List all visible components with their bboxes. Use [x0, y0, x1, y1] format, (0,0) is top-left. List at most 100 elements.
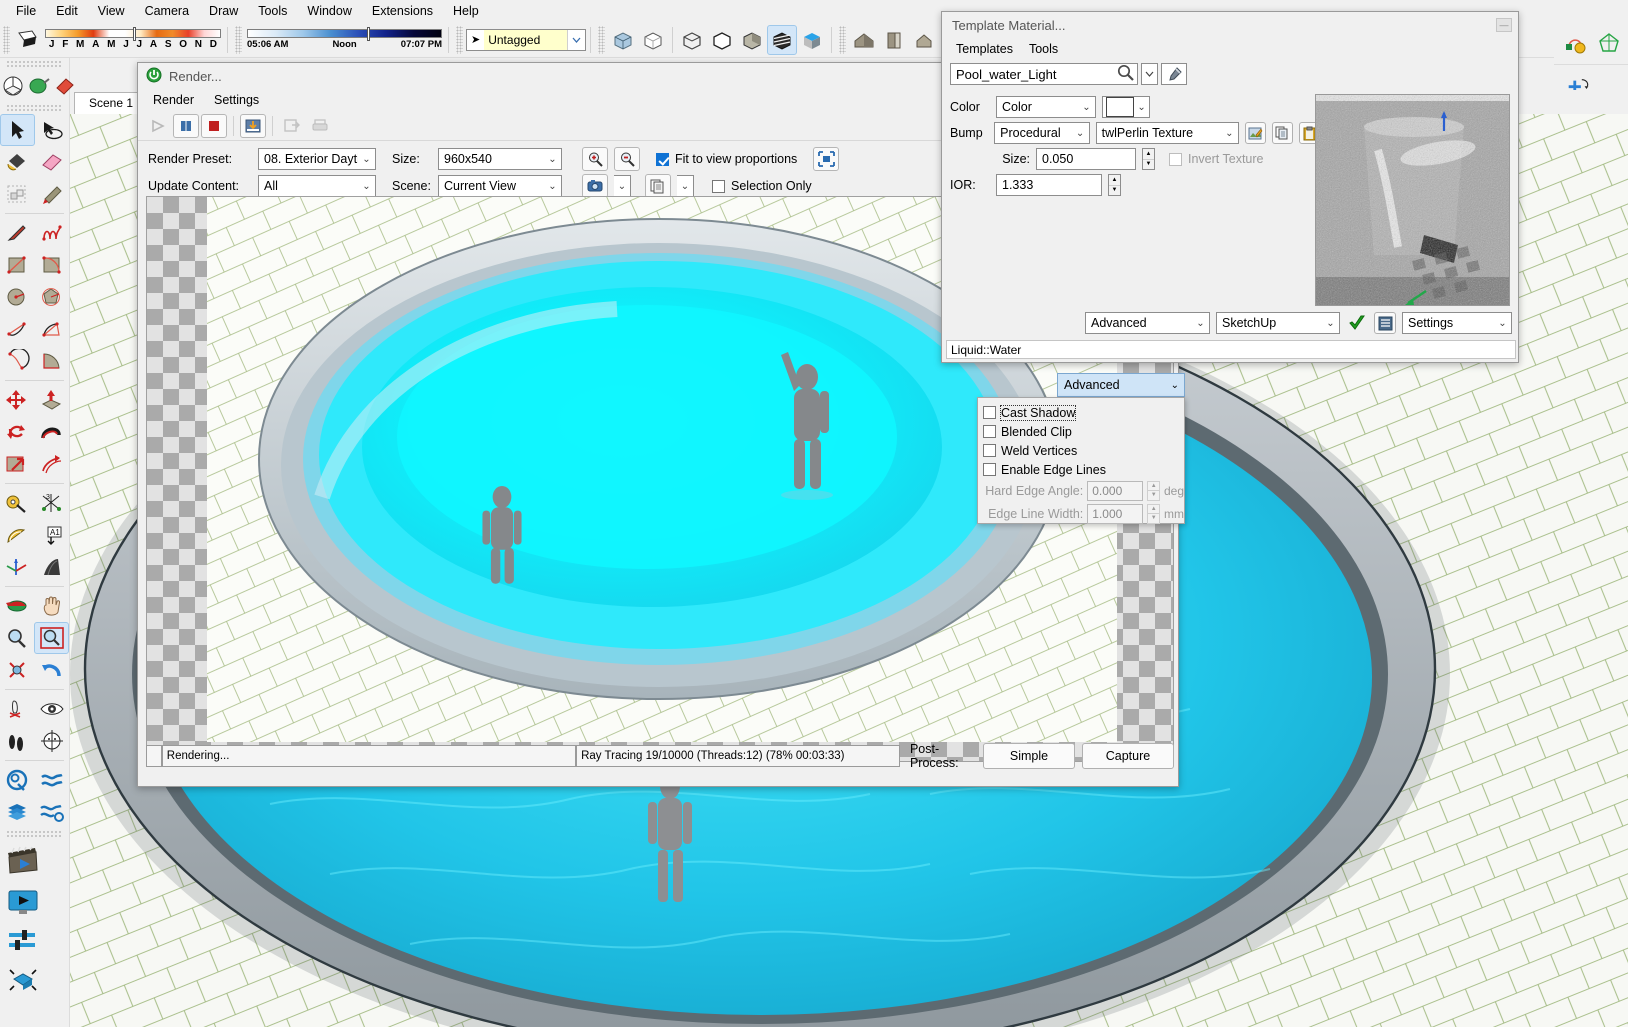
enable-edge-lines-checkbox[interactable]: [983, 463, 996, 476]
home-view-icon[interactable]: [849, 25, 879, 55]
shaded-with-textures-icon[interactable]: [767, 24, 797, 55]
circle-icon[interactable]: [0, 281, 35, 313]
eraser-icon[interactable]: [35, 146, 70, 178]
template-material-titlebar[interactable]: Template Material... —: [942, 12, 1518, 38]
position-camera-icon[interactable]: [0, 693, 35, 725]
geometry-tool-icon[interactable]: [1594, 28, 1624, 58]
outliner-box-icon[interactable]: [0, 178, 35, 210]
lasso-select-icon[interactable]: [35, 114, 69, 146]
settings-select[interactable]: Settings ⌄: [1402, 312, 1512, 334]
zoom-window-icon[interactable]: [34, 622, 69, 654]
chevron-down-icon[interactable]: [1141, 63, 1158, 85]
invert-texture-checkbox[interactable]: [1169, 152, 1182, 166]
paint-bucket-icon[interactable]: [0, 146, 35, 178]
color-swatch[interactable]: [1106, 97, 1135, 117]
weld-vertices-row[interactable]: Weld Vertices: [983, 441, 1184, 460]
update-content-select[interactable]: All ⌄: [258, 175, 376, 197]
clapperboard-icon[interactable]: [0, 840, 46, 882]
push-pull-icon[interactable]: [35, 384, 70, 416]
section-plane-icon[interactable]: [0, 590, 35, 622]
tape-measure-icon[interactable]: [0, 487, 35, 519]
cast-shadow-checkbox[interactable]: [983, 406, 996, 419]
three-point-arc-icon[interactable]: [0, 345, 35, 377]
material-preview-thumbnail[interactable]: [1315, 94, 1510, 306]
paint-bucket-green-icon[interactable]: [26, 70, 52, 102]
bump-type-select[interactable]: Procedural ⌄: [994, 122, 1090, 144]
material-search-input[interactable]: Pool_water_Light: [950, 63, 1138, 85]
arc-icon[interactable]: [0, 313, 35, 345]
fit-region-icon[interactable]: [813, 147, 840, 171]
template-material-dialog[interactable]: Template Material... — Templates Tools P…: [941, 11, 1519, 363]
selection-only-checkbox[interactable]: [712, 179, 725, 193]
orbit-cube-icon[interactable]: [0, 70, 26, 102]
offset-icon[interactable]: [35, 448, 70, 480]
menu-item-tools[interactable]: Tools: [248, 2, 297, 20]
copies-dropdown[interactable]: ⌄: [677, 175, 694, 197]
export-icon[interactable]: [279, 114, 305, 138]
bump-size-stepper[interactable]: ▲ ▼: [1142, 148, 1155, 170]
save-render-icon[interactable]: [240, 113, 266, 138]
hidden-line-icon[interactable]: [677, 25, 707, 55]
toolbar-grip-5[interactable]: [839, 25, 846, 54]
target-icon[interactable]: [35, 725, 70, 757]
sliders-icon[interactable]: [0, 922, 46, 958]
tag-selector[interactable]: ➤ Untagged: [466, 28, 586, 51]
blended-clip-checkbox[interactable]: [983, 425, 996, 438]
minimize-button[interactable]: —: [1496, 18, 1512, 32]
fit-to-view-checkbox[interactable]: [656, 152, 669, 166]
tag-tool-icon[interactable]: [35, 178, 70, 210]
scale-icon[interactable]: [0, 448, 35, 480]
shadow-time-slider[interactable]: 05:06 AM Noon 07:07 PM: [245, 26, 444, 51]
right-view-icon[interactable]: [909, 25, 939, 55]
light-tool-icon[interactable]: [1560, 28, 1590, 58]
dimension-icon[interactable]: [35, 551, 70, 583]
layers-icon[interactable]: [0, 796, 35, 828]
menu-item-view[interactable]: View: [88, 2, 135, 20]
advanced-dropdown[interactable]: Advanced ⌄ Cast Shadow Blended Clip Weld…: [977, 373, 1185, 524]
zoom-out-icon[interactable]: [614, 147, 640, 171]
rotated-rectangle-icon[interactable]: [35, 249, 70, 281]
previous-view-icon[interactable]: [35, 654, 70, 686]
freehand-icon[interactable]: [35, 217, 70, 249]
walk-icon[interactable]: [0, 725, 35, 757]
protractor-axes-icon[interactable]: 3: [35, 487, 70, 519]
renderer-select[interactable]: SketchUp ⌄: [1216, 312, 1340, 334]
capture-button[interactable]: Capture: [1082, 743, 1174, 769]
xray-icon[interactable]: [608, 25, 638, 55]
hard-edge-angle-stepper[interactable]: ▲ ▼: [1147, 480, 1160, 501]
bump-size-input[interactable]: 0.050: [1036, 148, 1136, 170]
pause-icon[interactable]: [173, 113, 199, 138]
menu-item-camera[interactable]: Camera: [135, 2, 199, 20]
render-menu-settings[interactable]: Settings: [207, 92, 266, 108]
sandbox-icon[interactable]: [35, 764, 70, 796]
play-icon[interactable]: [145, 114, 171, 138]
color-swatch-select[interactable]: ⌄: [1102, 96, 1150, 118]
stop-icon[interactable]: [201, 113, 227, 138]
text-icon[interactable]: A1: [35, 519, 70, 551]
solid-tools-icon[interactable]: [0, 764, 35, 796]
protractor-icon[interactable]: [0, 519, 35, 551]
size-select[interactable]: 960x540 ⌄: [438, 148, 562, 170]
shadow-date-slider[interactable]: J F M A M J J A S O N D: [43, 26, 223, 51]
pan-hand-icon[interactable]: [35, 590, 70, 622]
left-toolbar-grip-2[interactable]: [6, 104, 63, 112]
mode-select[interactable]: Advanced ⌄: [1085, 312, 1210, 334]
axes-icon[interactable]: [0, 551, 35, 583]
menu-item-draw[interactable]: Draw: [199, 2, 248, 20]
hard-edge-angle-input[interactable]: 0.000: [1087, 480, 1144, 501]
list-icon[interactable]: [1374, 312, 1396, 334]
ior-stepper[interactable]: ▲ ▼: [1108, 174, 1121, 196]
tm-menu-tools[interactable]: Tools: [1023, 41, 1064, 57]
camera-icon[interactable]: [582, 174, 608, 198]
advanced-dropdown-header[interactable]: Advanced ⌄: [1057, 373, 1185, 397]
menu-item-edit[interactable]: Edit: [46, 2, 88, 20]
monochrome-icon[interactable]: [797, 25, 827, 55]
left-toolbar-grip[interactable]: [6, 60, 63, 68]
color-type-select[interactable]: Color ⌄: [996, 96, 1096, 118]
copies-icon[interactable]: [645, 174, 671, 198]
menu-item-extensions[interactable]: Extensions: [362, 2, 443, 20]
simple-button[interactable]: Simple: [983, 743, 1075, 769]
look-around-icon[interactable]: [35, 693, 70, 725]
edge-line-width-stepper[interactable]: ▲ ▼: [1147, 503, 1160, 524]
zoom-icon[interactable]: [0, 622, 34, 654]
